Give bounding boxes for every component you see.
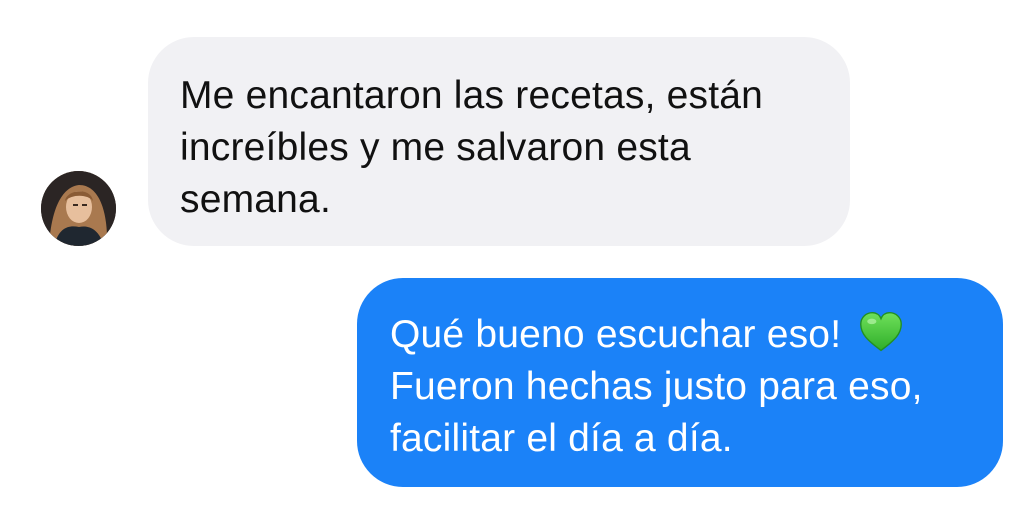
chat-thread: Me encantaron las recetas, están increíb…: [0, 0, 1024, 505]
avatar[interactable]: [41, 171, 116, 246]
green-heart-icon: [858, 309, 904, 355]
outgoing-message-line: facilitar el día a día.: [390, 417, 733, 460]
incoming-message-line: Me encantaron las recetas, están: [180, 74, 764, 117]
outgoing-message-line-1: Qué bueno escuchar eso!: [390, 309, 971, 361]
outgoing-message-bubble[interactable]: Qué bueno escuchar eso! Fueron hechas ju…: [357, 278, 1003, 487]
incoming-message-bubble[interactable]: Me encantaron las recetas, están increíb…: [148, 37, 850, 246]
incoming-message-line: semana.: [180, 178, 331, 221]
outgoing-message-text: Qué bueno escuchar eso!: [390, 313, 842, 356]
outgoing-message-line: Fueron hechas justo para eso,: [390, 365, 923, 408]
avatar-photo-icon: [41, 171, 116, 246]
incoming-message-line: increíbles y me salvaron esta: [180, 126, 691, 169]
